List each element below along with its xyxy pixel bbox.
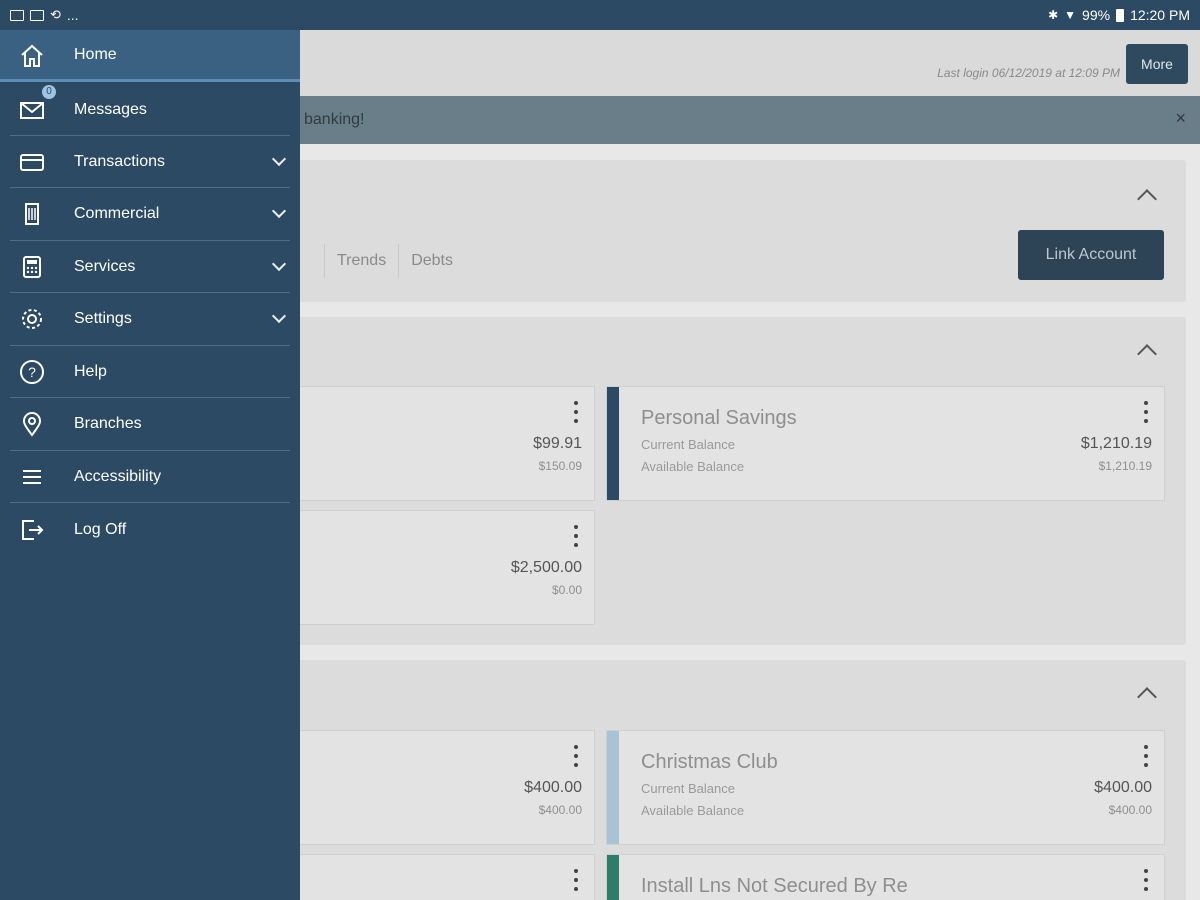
svg-text:?: ? — [28, 364, 36, 380]
gear-icon — [22, 309, 42, 329]
sync-notification-icon: ⟲ — [50, 7, 61, 22]
menu-label: Commercial — [74, 205, 160, 222]
chevron-down-icon[interactable] — [271, 256, 287, 272]
menu-label: Branches — [74, 415, 142, 432]
mail-icon — [20, 102, 44, 119]
more-button[interactable]: More — [1126, 44, 1188, 84]
account-tile-personal-savings[interactable]: Personal Savings Current Balance Availab… — [606, 386, 1165, 501]
more-notifications-indicator: ... — [66, 7, 79, 23]
gallery-notification-icon — [10, 9, 24, 21]
chevron-down-icon[interactable] — [271, 151, 287, 167]
menu-divider — [10, 502, 290, 503]
collapse-chevron-icon[interactable] — [1137, 189, 1157, 209]
available-balance-value: $0.00 — [551, 583, 582, 597]
menu-lines-icon — [23, 470, 41, 484]
available-balance-value: $400.00 — [1108, 803, 1152, 817]
menu-item-home[interactable]: Home — [0, 30, 300, 82]
status-bar-left: ⟲ ... — [10, 7, 79, 23]
menu-label: Transactions — [74, 153, 165, 170]
building-icon — [25, 203, 39, 225]
account-tile-install-loans[interactable]: Install Lns Not Secured By Re — [606, 854, 1165, 900]
menu-item-log-off[interactable]: Log Off — [0, 504, 300, 556]
kebab-menu-icon[interactable] — [1144, 401, 1148, 425]
chevron-down-icon[interactable] — [271, 203, 287, 219]
current-balance-label: Current Balance — [641, 781, 735, 796]
chevron-down-icon[interactable] — [271, 308, 287, 324]
banner-close-icon[interactable]: × — [1175, 108, 1186, 129]
account-tile-christmas-club[interactable]: Christmas Club Current Balance Available… — [606, 730, 1165, 845]
available-balance-value: $1,210.19 — [1098, 459, 1152, 473]
collapse-chevron-icon[interactable] — [1137, 344, 1157, 364]
menu-label: Home — [74, 45, 117, 63]
kebab-menu-icon[interactable] — [1144, 745, 1148, 769]
kebab-menu-icon[interactable] — [574, 869, 578, 893]
current-balance-value: $1,210.19 — [1080, 435, 1152, 452]
menu-label: Settings — [74, 310, 132, 327]
logout-icon — [22, 520, 44, 540]
current-balance-value: $400.00 — [524, 779, 582, 796]
menu-label: Services — [74, 258, 136, 275]
email-notification-icon — [30, 9, 44, 21]
menu-label: Help — [74, 363, 107, 380]
menu-label: Accessibility — [74, 468, 162, 485]
accounts-section-1: $99.91 $150.09 Personal Savings Current … — [290, 317, 1186, 645]
account-name: Christmas Club — [641, 751, 778, 773]
menu-item-commercial[interactable]: Commercial — [0, 188, 300, 240]
battery-percent: 99% — [1082, 7, 1111, 23]
status-bar-right: ✱ ▼ 99% 12:20 PM — [1048, 7, 1190, 23]
clock: 12:20 PM — [1130, 7, 1190, 23]
menu-label: Messages — [74, 101, 147, 118]
menu-item-accessibility[interactable]: Accessibility — [0, 451, 300, 503]
account-name: Personal Savings — [641, 407, 797, 429]
current-balance-label: Current Balance — [641, 437, 735, 452]
battery-icon — [1116, 8, 1125, 22]
current-balance-value: $99.91 — [533, 435, 582, 452]
menu-label: Log Off — [74, 521, 127, 538]
messages-badge: 0 — [40, 83, 58, 101]
home-icon — [21, 44, 43, 67]
kebab-menu-icon[interactable] — [1144, 869, 1148, 893]
overview-card: Trends Debts Link Account — [290, 160, 1186, 302]
account-color-bar — [607, 387, 619, 500]
card-icon — [20, 154, 44, 171]
banner-text: banking! — [304, 111, 365, 128]
kebab-menu-icon[interactable] — [574, 401, 578, 425]
account-tile[interactable]: $400.00 $400.00 — [290, 730, 595, 845]
account-name: Install Lns Not Secured By Re — [641, 875, 908, 897]
bluetooth-icon: ✱ — [1048, 8, 1059, 22]
tab-trends[interactable]: Trends — [324, 244, 398, 278]
overview-tabs: Trends Debts — [324, 244, 465, 278]
current-balance-value: $2,500.00 — [510, 559, 582, 576]
current-balance-value: $400.00 — [1094, 779, 1152, 796]
link-account-button[interactable]: Link Account — [1018, 230, 1164, 280]
menu-item-transactions[interactable]: Transactions — [0, 136, 300, 188]
account-tile[interactable]: $2,500.00 $0.00 — [290, 510, 595, 625]
menu-item-help[interactable]: ? Help — [0, 346, 300, 398]
accounts-section-2: $400.00 $400.00 Christmas Club Current B… — [290, 660, 1186, 900]
menu-item-settings[interactable]: Settings — [0, 293, 300, 345]
calculator-icon — [23, 256, 41, 278]
last-login-text: Last login 06/12/2019 at 12:09 PM — [937, 66, 1120, 80]
available-balance-value: $400.00 — [538, 803, 582, 817]
menu-item-messages[interactable]: 0 Messages — [0, 83, 300, 136]
tab-debts[interactable]: Debts — [398, 244, 465, 278]
wifi-icon: ▼ — [1064, 8, 1077, 22]
account-color-bar — [607, 731, 619, 844]
available-balance-label: Available Balance — [641, 803, 745, 818]
account-tile[interactable]: $99.91 $150.09 — [290, 386, 595, 501]
available-balance-value: $150.09 — [538, 459, 582, 473]
menu-item-services[interactable]: Services — [0, 241, 300, 293]
account-tile[interactable] — [290, 854, 595, 900]
available-balance-label: Available Balance — [641, 459, 745, 474]
navigation-drawer: Home 0 Messages Transactions Commercial … — [0, 30, 300, 900]
menu-item-branches[interactable]: Branches — [0, 398, 300, 450]
account-color-bar — [607, 855, 619, 900]
status-bar: ⟲ ... ✱ ▼ 99% 12:20 PM — [0, 0, 1200, 30]
help-icon: ? — [20, 360, 44, 384]
kebab-menu-icon[interactable] — [574, 745, 578, 769]
collapse-chevron-icon[interactable] — [1137, 687, 1157, 707]
location-pin-icon — [22, 412, 42, 437]
kebab-menu-icon[interactable] — [574, 525, 578, 549]
